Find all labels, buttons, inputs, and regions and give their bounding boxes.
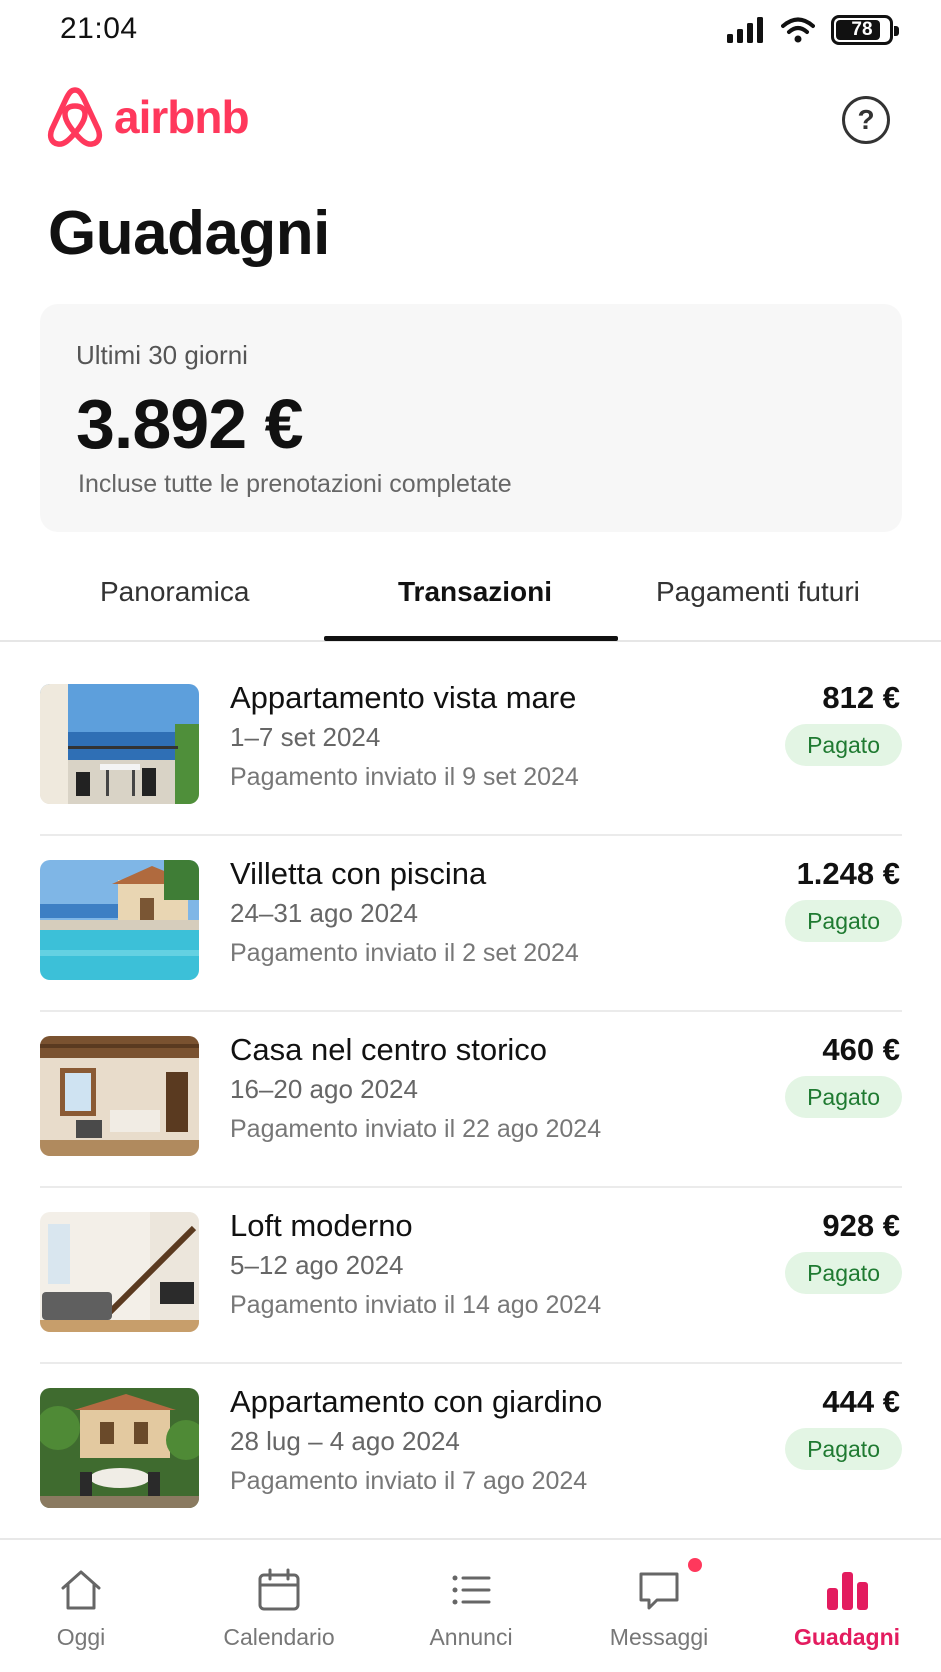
payment-sent-date: Pagamento inviato il 14 ago 2024 [230, 1291, 602, 1319]
payment-sent-date: Pagamento inviato il 2 set 2024 [230, 939, 579, 967]
listing-title: Appartamento con giardino [230, 1384, 603, 1419]
status-badge: Pagato [785, 1076, 902, 1118]
transaction-row[interactable]: Loft moderno 5–12 ago 2024 Pagamento inv… [40, 1188, 902, 1364]
brand-name: airbnb [114, 91, 250, 143]
listing-title: Appartamento vista mare [230, 680, 577, 715]
listing-thumbnail [40, 860, 199, 980]
help-button[interactable]: ? [842, 96, 890, 144]
earnings-summary-card: Ultimi 30 giorni 3.892 € Incluse tutte l… [40, 304, 902, 532]
listing-thumbnail [40, 1212, 199, 1332]
nav-label: Oggi [56, 1624, 106, 1650]
transaction-amount: 444 € [822, 1384, 900, 1419]
transaction-row[interactable]: Appartamento con giardino 28 lug – 4 ago… [40, 1364, 902, 1540]
tab-bar: Panoramica Transazioni Pagamenti futuri [0, 560, 941, 642]
tab-panoramica[interactable]: Panoramica [100, 576, 249, 608]
listing-thumbnail [40, 684, 199, 804]
nav-annunci[interactable]: Annunci [386, 1566, 556, 1651]
airbnb-logo[interactable]: airbnb [46, 84, 250, 150]
battery-icon: 78 [831, 15, 899, 45]
status-badge: Pagato [785, 1252, 902, 1294]
notification-dot [688, 1558, 702, 1572]
signal-icon [727, 17, 763, 43]
tab-transazioni[interactable]: Transazioni [398, 576, 552, 608]
transaction-amount: 1.248 € [796, 856, 900, 891]
nav-label: Messaggi [609, 1624, 709, 1650]
stay-dates: 24–31 ago 2024 [230, 898, 418, 928]
nav-label: Calendario [223, 1624, 335, 1650]
transaction-row[interactable]: Villetta con piscina 24–31 ago 2024 Paga… [40, 836, 902, 1012]
question-circle-icon: ? [857, 104, 875, 135]
listing-thumbnail [40, 1388, 199, 1508]
airbnb-belo-icon [47, 87, 103, 147]
calendar-icon [258, 1568, 300, 1611]
transaction-amount: 812 € [822, 680, 900, 715]
listing-title: Villetta con piscina [230, 856, 487, 891]
summary-note: Incluse tutte le prenotazioni completate [78, 470, 512, 498]
bottom-navigation: Oggi Calendario Annunci Messaggi Guadagn… [0, 1538, 941, 1672]
status-time: 21:04 [60, 12, 138, 45]
status-bar: 21:04 78 [0, 0, 941, 60]
home-icon [61, 1570, 101, 1610]
transaction-amount: 928 € [822, 1208, 900, 1243]
payment-sent-date: Pagamento inviato il 22 ago 2024 [230, 1115, 602, 1143]
nav-label: Guadagni [793, 1624, 901, 1650]
nav-calendario[interactable]: Calendario [194, 1566, 364, 1651]
stay-dates: 5–12 ago 2024 [230, 1250, 404, 1280]
page-title: Guadagni [48, 199, 330, 268]
transaction-row[interactable]: Casa nel centro storico 16–20 ago 2024 P… [40, 1012, 902, 1188]
payment-sent-date: Pagamento inviato il 7 ago 2024 [230, 1467, 588, 1495]
status-icons: 78 [727, 14, 899, 46]
nav-messaggi[interactable]: Messaggi [574, 1558, 744, 1651]
active-tab-indicator [324, 636, 618, 641]
transaction-row[interactable]: Appartamento vista mare 1–7 set 2024 Pag… [40, 660, 902, 836]
status-badge: Pagato [785, 900, 902, 942]
bar-chart-icon [827, 1572, 868, 1610]
summary-period: Ultimi 30 giorni [76, 340, 248, 370]
wifi-icon [781, 17, 815, 43]
list-icon [452, 1575, 491, 1605]
tab-pagamenti-futuri[interactable]: Pagamenti futuri [656, 576, 860, 608]
stay-dates: 28 lug – 4 ago 2024 [230, 1426, 460, 1456]
payment-sent-date: Pagamento inviato il 9 set 2024 [230, 763, 579, 791]
nav-guadagni[interactable]: Guadagni [762, 1566, 932, 1651]
status-badge: Pagato [785, 724, 902, 766]
stay-dates: 1–7 set 2024 [230, 722, 381, 752]
listing-title: Casa nel centro storico [230, 1032, 548, 1067]
status-badge: Pagato [785, 1428, 902, 1470]
nav-label: Annunci [429, 1624, 513, 1650]
listing-title: Loft moderno [230, 1208, 413, 1243]
transaction-amount: 460 € [822, 1032, 900, 1067]
battery-percent: 78 [851, 19, 873, 40]
stay-dates: 16–20 ago 2024 [230, 1074, 418, 1104]
message-icon [639, 1572, 679, 1610]
summary-amount: 3.892 € [76, 385, 304, 463]
listing-thumbnail [40, 1036, 199, 1156]
nav-oggi[interactable]: Oggi [0, 1566, 166, 1651]
